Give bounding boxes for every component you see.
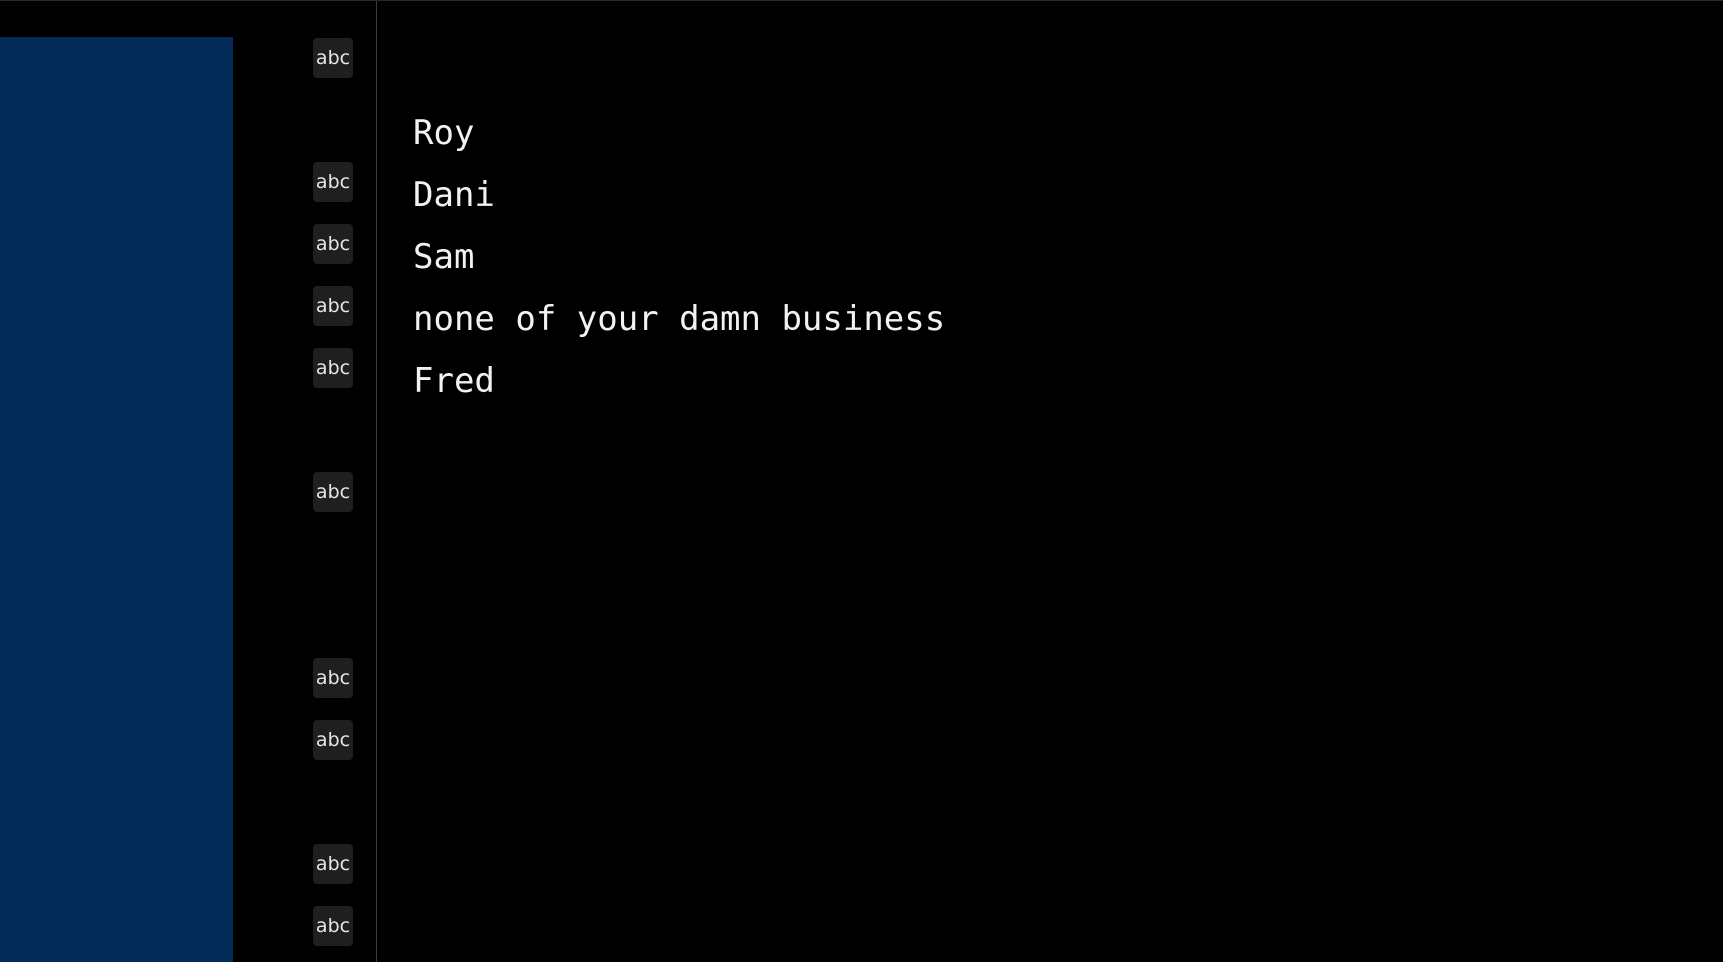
editor-line-1[interactable]: Roy	[413, 111, 474, 155]
app-window: abc abc abc abc abc abc abc abc abc abc …	[0, 0, 1723, 962]
abc-badge-9[interactable]: abc	[313, 844, 353, 884]
sidebar-panel	[0, 37, 233, 962]
abc-badge-3[interactable]: abc	[313, 224, 353, 264]
editor-line-2[interactable]: Dani	[413, 173, 495, 217]
editor-line-4[interactable]: none of your damn business	[413, 297, 945, 341]
abc-badge-7[interactable]: abc	[313, 658, 353, 698]
abc-badge-6[interactable]: abc	[313, 472, 353, 512]
abc-badge-8[interactable]: abc	[313, 720, 353, 760]
abc-badge-10[interactable]: abc	[313, 906, 353, 946]
editor-line-3[interactable]: Sam	[413, 235, 474, 279]
editor-line-5[interactable]: Fred	[413, 359, 495, 403]
abc-badge-2[interactable]: abc	[313, 162, 353, 202]
abc-badge-5[interactable]: abc	[313, 348, 353, 388]
text-editor[interactable]: Roy Dani Sam none of your damn business …	[377, 1, 1723, 962]
line-gutter	[233, 1, 377, 962]
abc-badge-4[interactable]: abc	[313, 286, 353, 326]
abc-badge-1[interactable]: abc	[313, 38, 353, 78]
